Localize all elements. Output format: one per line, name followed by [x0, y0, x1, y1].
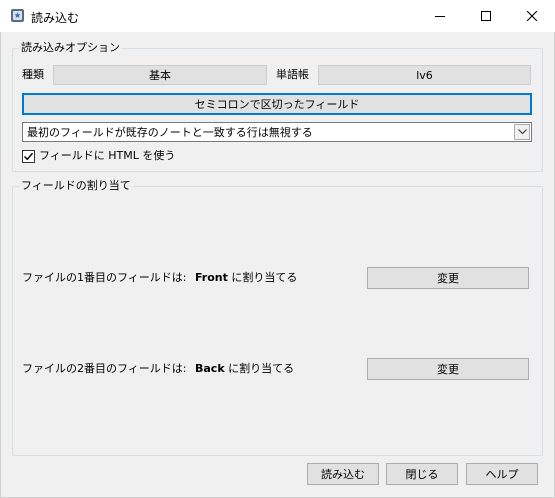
window-title: 読み込む — [31, 11, 80, 25]
maximize-button[interactable] — [463, 0, 509, 32]
mapping-row-source: ファイルの1番目のフィールドは: — [22, 271, 187, 284]
field-separator-button[interactable]: セミコロンで区切ったフィールド — [22, 93, 532, 115]
mapping-row-source: ファイルの2番目のフィールドは: — [22, 362, 187, 375]
deck-selector-button[interactable]: lv6 — [318, 65, 531, 85]
close-icon — [527, 11, 537, 21]
field-mapping-title: フィールドの割り当て — [19, 179, 133, 193]
close-window-button[interactable] — [509, 0, 555, 32]
close-button[interactable]: 閉じる — [386, 463, 458, 485]
type-label: 種類 — [22, 68, 44, 81]
field-mapping-group: フィールドの割り当て — [12, 179, 543, 456]
help-button[interactable]: ヘルプ — [466, 463, 538, 485]
duplicate-handling-select[interactable]: 最初のフィールドが既存のノートと一致する行は無視する — [22, 122, 532, 142]
mapping-row-target: Back に割り当てる — [195, 362, 295, 375]
anki-app-icon — [10, 8, 25, 23]
maximize-icon — [481, 11, 491, 21]
checkmark-icon — [24, 152, 34, 161]
deck-value: lv6 — [416, 68, 433, 82]
mapping-row-target: Front に割り当てる — [195, 271, 298, 284]
type-value: 基本 — [149, 69, 171, 82]
allow-html-checkbox[interactable] — [22, 150, 35, 163]
chevron-down-icon[interactable] — [514, 124, 530, 140]
deck-label: 単語帳 — [276, 68, 309, 81]
minimize-button[interactable] — [417, 0, 463, 32]
change-mapping-button-2[interactable]: 変更 — [367, 358, 529, 380]
import-options-title: 読み込みオプション — [19, 41, 122, 55]
minimize-icon — [435, 16, 445, 17]
field-separator-label: セミコロンで区切ったフィールド — [194, 98, 360, 111]
allow-html-label[interactable]: フィールドに HTML を使う — [39, 149, 175, 163]
import-button[interactable]: 読み込む — [307, 463, 379, 485]
duplicate-handling-value: 最初のフィールドが既存のノートと一致する行は無視する — [27, 126, 313, 139]
type-selector-button[interactable]: 基本 — [53, 65, 267, 85]
change-mapping-button-1[interactable]: 変更 — [367, 267, 529, 289]
title-bar: 読み込む — [0, 0, 555, 32]
